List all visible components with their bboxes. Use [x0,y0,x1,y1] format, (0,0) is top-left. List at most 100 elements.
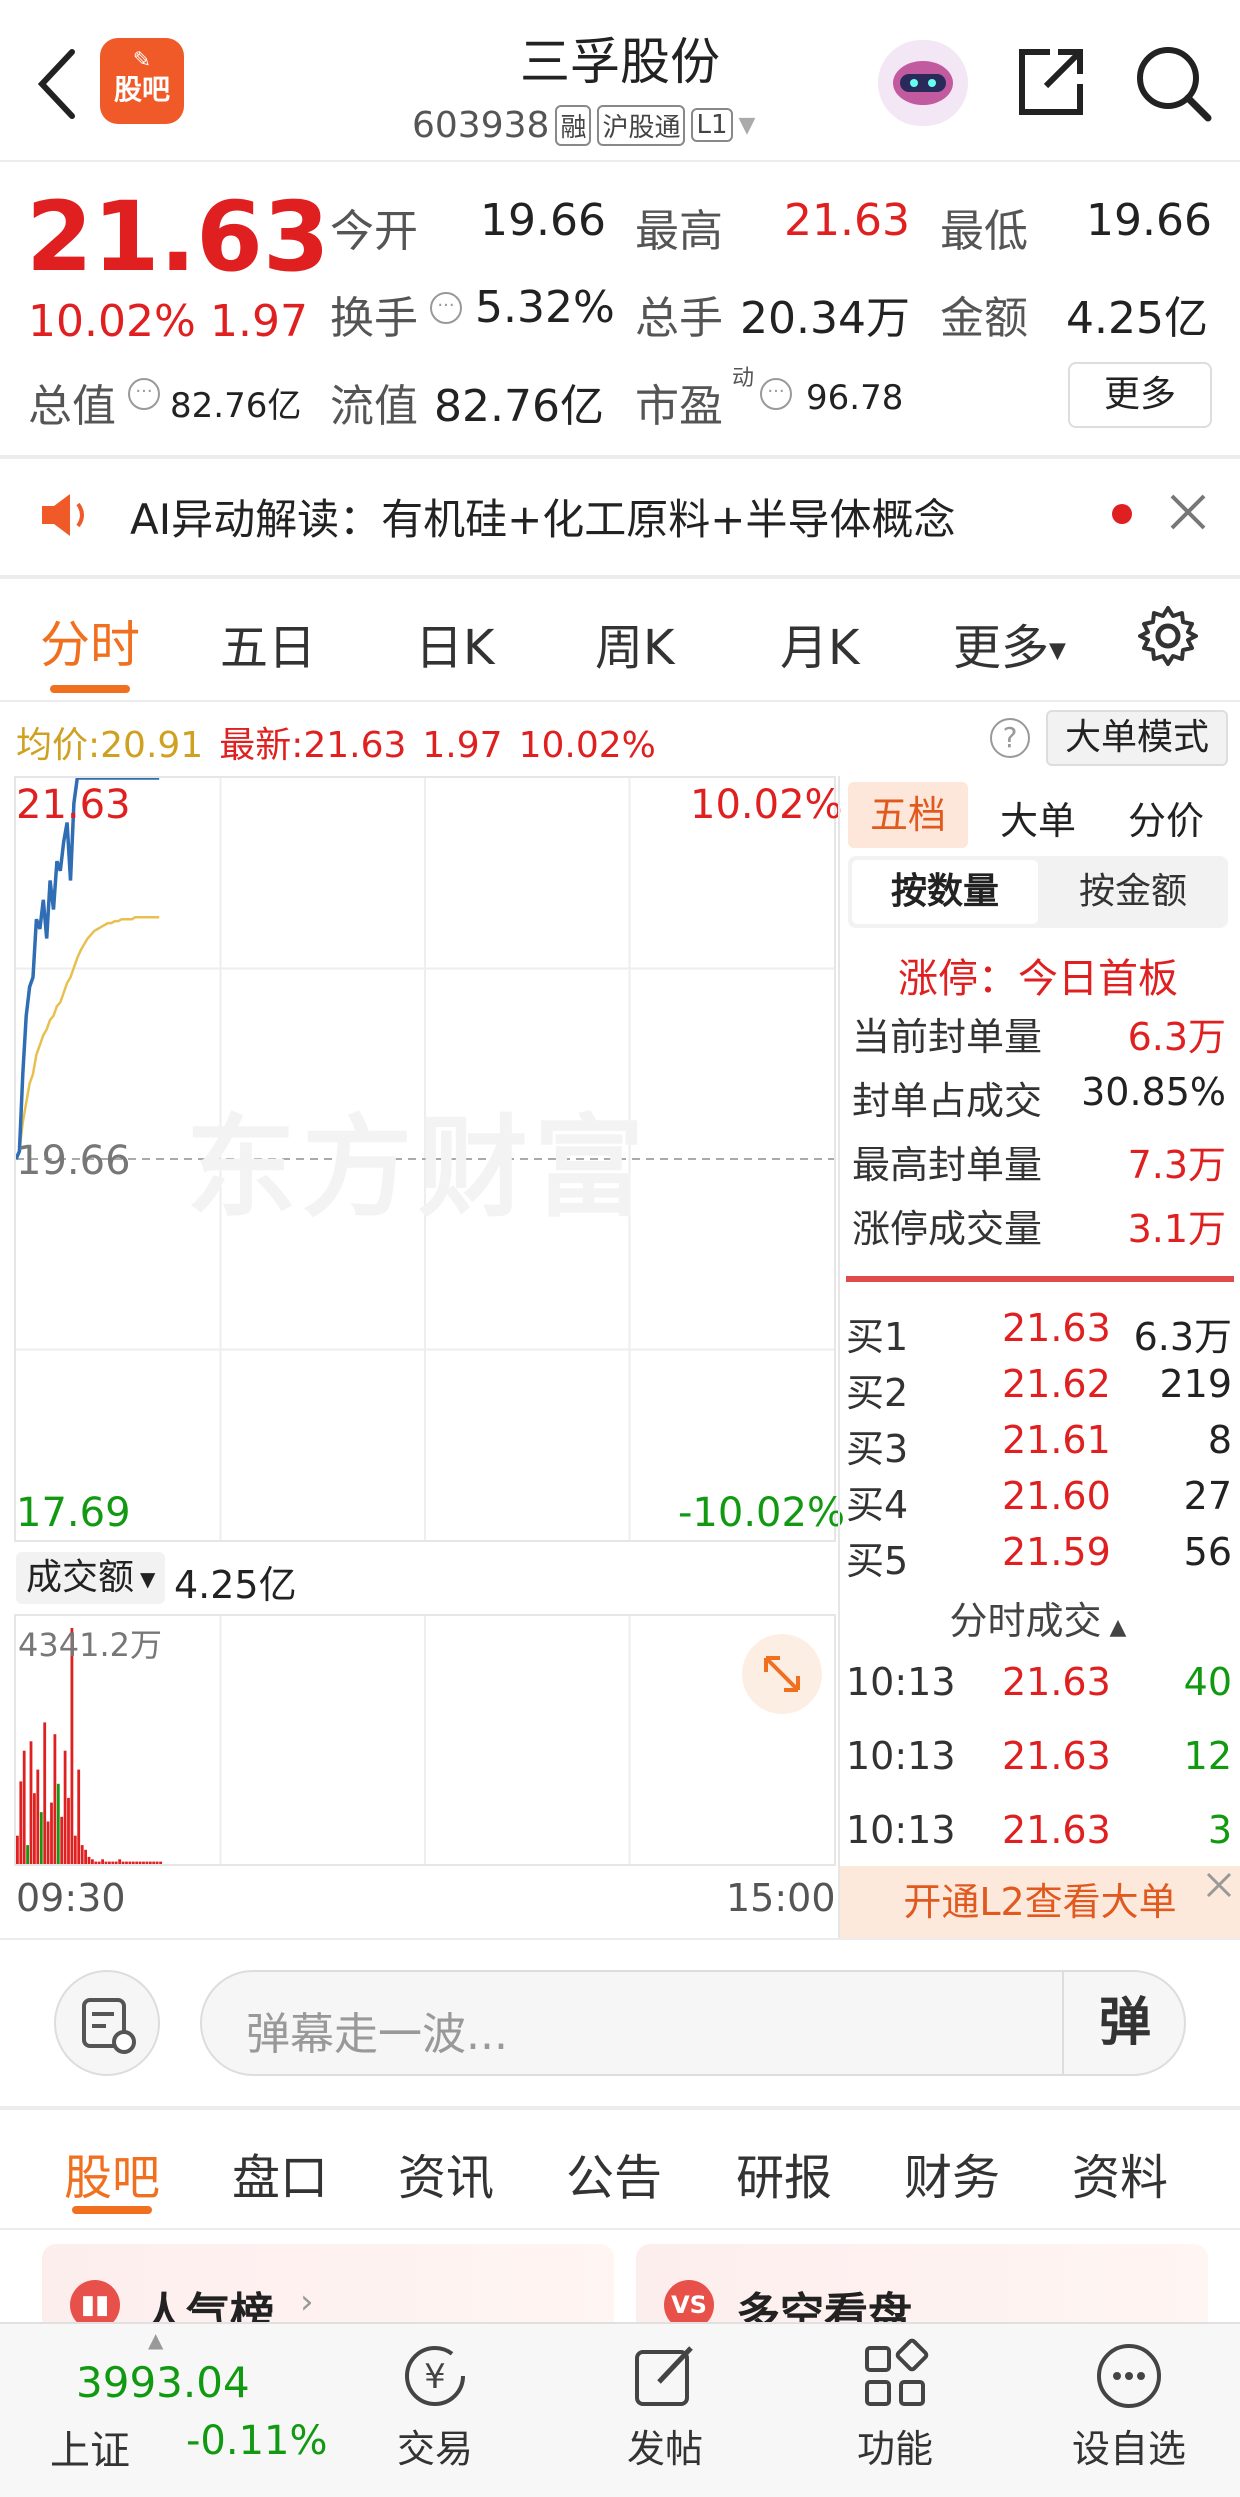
sub-tab-by-quantity[interactable]: 按数量 [852,860,1038,924]
bottom-tab-5[interactable]: 财务 [904,2138,1000,2208]
bottom-tab-0[interactable]: 股吧 [64,2138,160,2208]
robot-avatar-icon[interactable] [878,40,968,126]
volume-bar [118,1859,122,1864]
tab-weekly-k[interactable]: 周K [595,608,674,678]
ticks-title[interactable]: 分时成交 ▲ [848,1590,1228,1645]
danmu-input[interactable]: 弹幕走一波... [200,1970,1186,2076]
guba-logo[interactable]: ✎ 股吧 [100,38,184,124]
more-button[interactable]: 更多 [1068,362,1212,428]
volume-bar [121,1861,125,1864]
volume-bar [67,1797,70,1864]
tick-price: 21.63 [1002,1660,1111,1704]
divider-vertical [838,776,840,1938]
volume-bar [56,1783,60,1864]
bid-price: 21.60 [1002,1474,1111,1518]
label-amount: 金额 [940,293,1028,344]
divider-red [846,1276,1234,1282]
side-tab-byprice[interactable]: 分价 [1128,790,1204,845]
limit-row-label: 封单占成交 [852,1079,1043,1123]
back-icon[interactable] [26,44,86,124]
limit-up-title: 涨停：今日首板 [898,956,1178,1002]
y-label-top: 21.63 [16,782,131,828]
tab-monthly-k[interactable]: 月K [780,608,859,678]
popularity-card[interactable]: ▮▮ 人气榜 › [42,2244,614,2340]
post-label: 发帖 [626,2427,703,2471]
side-tab-5level[interactable]: 五档 [848,782,968,848]
bid-volume: 27 [1183,1474,1232,1518]
badge-hgt[interactable]: 沪股通 [597,104,686,146]
function-button[interactable]: 功能 [830,2336,960,2486]
volume-bar [111,1861,115,1864]
volume-bar [36,1769,40,1864]
limit-row-value: 30.85% [1081,1070,1226,1114]
bottom-tab-3[interactable]: 公告 [566,2138,662,2208]
volume-bar [63,1750,67,1864]
info-icon[interactable]: ··· [128,378,160,410]
tick-time: 10:13 [846,1808,956,1852]
chevron-down-icon[interactable]: ▼ [739,113,756,138]
volume-bar [46,1821,50,1864]
stock-code-row: 603938 融 沪股通 L1 ▼ [412,100,755,150]
index-pct: -0.11% [186,2418,328,2464]
danmu-settings-icon[interactable] [54,1970,160,2076]
caret-down-icon: ▼ [1049,638,1066,664]
info-icon[interactable]: ··· [760,378,792,410]
bid-volume: 8 [1207,1418,1232,1462]
avg-price-line [16,915,160,1160]
limit-row-value: 6.3万 [1127,1015,1226,1059]
tab-more[interactable]: 更多▼ [953,608,1066,678]
gear-icon[interactable] [1136,604,1200,668]
tab-intraday[interactable]: 分时 [30,605,150,693]
bid-price: 21.61 [1002,1418,1111,1462]
ai-banner-text[interactable]: AI异动解读：有机硅+化工原料+半导体概念 [130,486,956,547]
volume-bar [80,1845,84,1864]
volume-select[interactable]: 成交额 ▼ [16,1552,166,1604]
trade-button[interactable]: ¥ 交易 [370,2336,500,2486]
expand-icon[interactable] [742,1634,822,1714]
index-ticker[interactable]: ▲ 3993.04 上证 -0.11% [0,2322,330,2497]
sub-tab-by-amount[interactable]: 按金额 [1040,860,1226,924]
latest-chg: 1.97 [422,725,503,766]
limit-row-value: 7.3万 [1127,1143,1226,1187]
search-icon[interactable] [1130,40,1216,126]
tab-daily-k[interactable]: 日K [415,608,494,678]
bottom-tab-2[interactable]: 资讯 [398,2138,494,2208]
value-low: 19.66 [1086,195,1212,246]
bottom-tab-6[interactable]: 资料 [1072,2138,1168,2208]
post-button[interactable]: 发帖 [600,2336,730,2486]
caret-down-icon: ▼ [140,1567,156,1591]
bull-bear-card[interactable]: VS 多空看盘 [636,2244,1208,2340]
big-order-mode-button[interactable]: 大单模式 [1046,710,1228,766]
side-tab-bigorder[interactable]: 大单 [1000,790,1076,845]
bid-label: 买2 [846,1371,909,1415]
volume-bar [138,1861,142,1864]
bid-volume: 219 [1159,1362,1232,1406]
add-watchlist-button[interactable]: 设自选 [1054,2336,1204,2486]
unread-dot [1112,504,1132,524]
close-icon[interactable] [1204,1870,1234,1900]
index-name: 上证 [50,2428,130,2474]
bid-volume: 6.3万 [1133,1315,1232,1359]
bottom-tab-1[interactable]: 盘口 [232,2138,328,2208]
tick-volume: 40 [1183,1660,1232,1704]
close-icon[interactable] [1166,490,1210,534]
tick-price: 21.63 [1002,1734,1111,1778]
danmu-toggle-label: 弹 [1098,1993,1151,2053]
info-icon[interactable]: ··· [430,292,462,324]
bottom-tab-4[interactable]: 研报 [736,2138,832,2208]
volume-max-label: 4341.2万 [18,1626,162,1664]
share-icon[interactable] [1010,42,1090,122]
value-float: 82.76亿 [434,381,604,432]
avg-label: 均价: [16,725,101,766]
help-icon[interactable]: ? [990,718,1030,758]
volume-bar [33,1793,36,1864]
volume-bar [29,1741,33,1864]
label-mktcap: 总值 [28,381,116,432]
volume-bar [53,1734,57,1864]
intraday-chart[interactable]: 东方财富 [14,776,836,1542]
l2-banner[interactable]: 开通L2查看大单 [840,1866,1240,1938]
tab-5day[interactable]: 五日 [220,608,316,678]
danmu-toggle-button[interactable]: 弹 [1066,1972,1184,2074]
latest-value: 21.63 [303,725,407,766]
yuan-icon: ¥ [405,2346,465,2406]
